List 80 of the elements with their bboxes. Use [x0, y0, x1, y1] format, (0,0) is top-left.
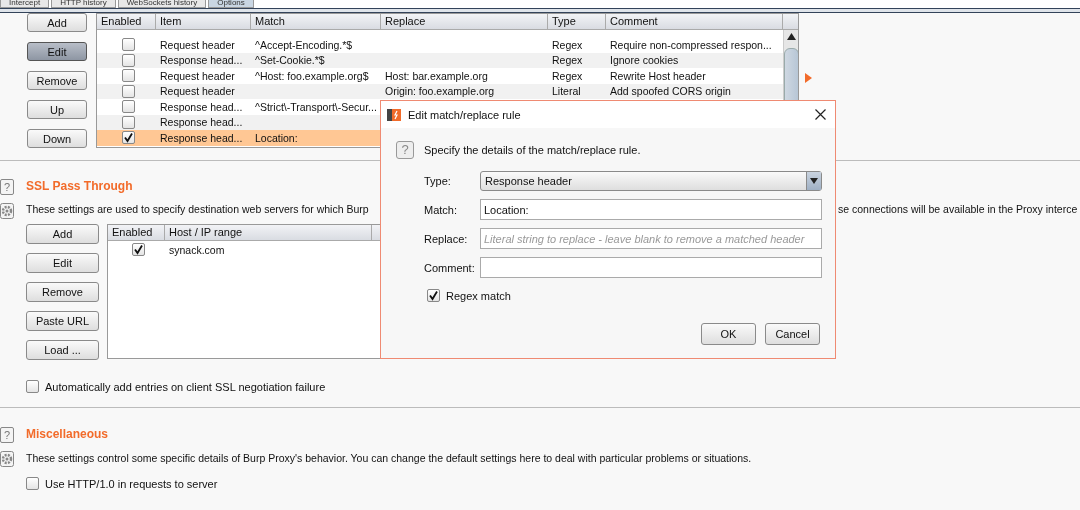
- field-label: Type:: [424, 175, 452, 187]
- type-dropdown[interactable]: Response header: [480, 171, 822, 191]
- table-cell-text: synack.com: [168, 243, 226, 256]
- checkbox-label[interactable]: Use HTTP/1.0 in requests to server: [45, 477, 218, 490]
- help-icon[interactable]: ?: [0, 427, 14, 443]
- field-label: Match:: [424, 203, 458, 216]
- table-cell-text: ^Strict\-Transport\-Secur...: [254, 100, 378, 113]
- checkbox[interactable]: [122, 38, 135, 52]
- table-cell-text: Require non-compressed respon...: [609, 38, 773, 51]
- section-description: These settings control some specific details of Burp Proxy's behavior. You can change the default settings here to deal with particular problems or situations.: [26, 452, 752, 464]
- table-cell-text: ^Accept-Encoding.*$: [254, 38, 354, 51]
- table-cell-text: Regex: [551, 38, 584, 51]
- table-cell-text: Response head...: [159, 54, 244, 67]
- section-title: SSL Pass Through: [26, 179, 133, 193]
- table-cell-text: Request header: [159, 38, 236, 51]
- checkbox[interactable]: [122, 69, 135, 83]
- button[interactable]: Paste URL: [26, 311, 99, 331]
- help-icon[interactable]: ?: [0, 179, 14, 195]
- checkbox[interactable]: [26, 477, 39, 490]
- column-header[interactable]: Comment: [606, 14, 783, 29]
- column-header[interactable]: Host / IP range: [165, 225, 372, 240]
- checkbox[interactable]: [122, 84, 135, 98]
- app-icon: [387, 107, 401, 122]
- field-label: Comment:: [424, 261, 476, 274]
- table-cell-text: Regex: [551, 69, 584, 82]
- button[interactable]: Edit: [27, 42, 87, 61]
- section-description: These settings are used to specify destination web servers for which Burp: [26, 203, 369, 215]
- checkbox[interactable]: [122, 131, 135, 145]
- table-cell-text: Ignore cookies: [609, 54, 680, 67]
- checkbox-label[interactable]: Regex match: [446, 289, 511, 302]
- table-cell-text: Rewrite Host header: [609, 69, 707, 82]
- table-cell-text: Origin: foo.example.org: [384, 85, 496, 98]
- button[interactable]: Up: [27, 100, 87, 119]
- button[interactable]: Edit: [26, 253, 99, 273]
- checkbox[interactable]: [122, 115, 135, 129]
- window-title: Edit match/replace rule: [408, 108, 522, 121]
- table-cell-text: ^Set-Cookie.*$: [254, 54, 326, 67]
- field-label: Replace:: [424, 232, 469, 245]
- checkbox[interactable]: [122, 53, 135, 67]
- table-cell-text: Response head...: [159, 116, 244, 129]
- column-header[interactable]: Type: [548, 14, 606, 29]
- column-header[interactable]: Replace: [381, 14, 548, 29]
- button[interactable]: Remove: [27, 71, 87, 90]
- table-cell-text: Request header: [159, 69, 236, 82]
- button[interactable]: Load ...: [26, 340, 99, 360]
- column-header[interactable]: Item: [156, 14, 251, 29]
- table-cell-text: Host: bar.example.org: [384, 69, 489, 82]
- input-field[interactable]: Literal string to replace - leave blank to remove a matched header: [480, 228, 822, 249]
- checkbox[interactable]: [427, 289, 440, 302]
- button[interactable]: Add: [27, 13, 87, 32]
- input-field[interactable]: [480, 257, 822, 278]
- settings-icon: [0, 203, 14, 219]
- checkbox[interactable]: [26, 380, 39, 393]
- button[interactable]: Down: [27, 129, 87, 148]
- table-cell-text: Response head...: [159, 100, 244, 113]
- table-cell-text: ^Host: foo.example.org$: [254, 69, 370, 82]
- checkbox[interactable]: [122, 100, 135, 114]
- checkbox[interactable]: [132, 243, 145, 256]
- table-cell-text: Add spoofed CORS origin: [609, 85, 732, 98]
- settings-icon: [0, 451, 14, 467]
- input-field[interactable]: Location:: [480, 199, 822, 220]
- button[interactable]: Remove: [26, 282, 99, 302]
- button[interactable]: Add: [26, 224, 99, 244]
- table-cell-text: Literal: [551, 85, 582, 98]
- column-header[interactable]: Enabled: [108, 225, 165, 240]
- button[interactable]: Cancel: [765, 323, 820, 345]
- table-cell-text: Regex: [551, 54, 584, 67]
- column-header[interactable]: Match: [251, 14, 381, 29]
- scroll-up-arrow-icon[interactable]: [787, 33, 796, 42]
- table-cell-text: Response head...: [159, 131, 244, 144]
- button[interactable]: OK: [701, 323, 756, 345]
- table-cell-text: Request header: [159, 85, 236, 98]
- section-title: Miscellaneous: [26, 427, 109, 441]
- section-description: se connections will be available in the Proxy interce: [838, 203, 1078, 215]
- triangle-icon: [805, 73, 812, 83]
- dialog-message: Specify the details of the match/replace rule.: [424, 144, 641, 156]
- table-cell-text: Location:: [254, 131, 299, 144]
- close-icon[interactable]: [815, 109, 826, 120]
- checkbox-label[interactable]: Automatically add entries on client SSL negotiation failure: [45, 380, 326, 393]
- column-header[interactable]: Enabled: [97, 14, 156, 29]
